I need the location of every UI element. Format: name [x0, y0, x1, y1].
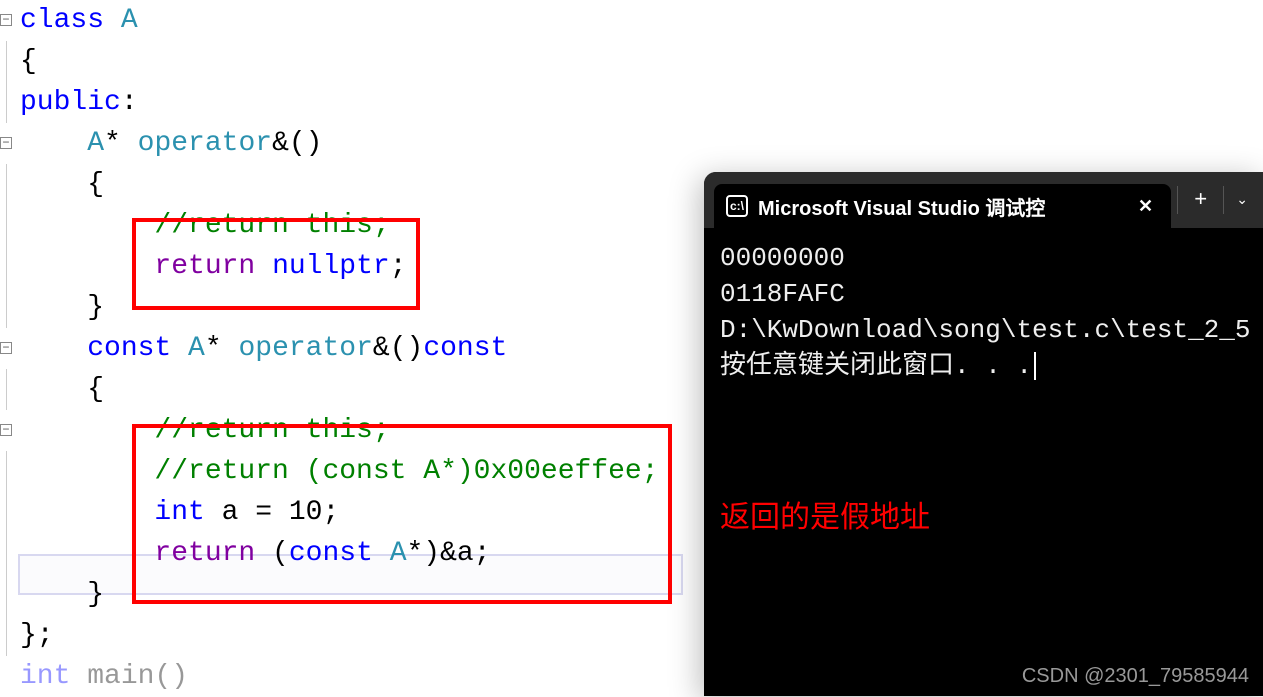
fold-marker-icon[interactable]: − [0, 424, 12, 436]
type-name: A [87, 128, 104, 159]
divider [1223, 186, 1224, 214]
fold-guide [6, 41, 7, 82]
code-line: { [0, 369, 700, 410]
keyword-public: public [20, 87, 121, 118]
chevron-down-icon[interactable]: ⌄ [1230, 192, 1254, 209]
brace: { [20, 374, 104, 405]
close-icon[interactable]: ✕ [1132, 196, 1159, 217]
fold-guide [6, 574, 7, 615]
fold-marker-icon[interactable]: − [0, 14, 12, 26]
terminal-output-line: 0118FAFC [720, 276, 1248, 312]
code-line: − A* operator&() [0, 123, 700, 164]
terminal-tab-title: Microsoft Visual Studio 调试控 [758, 192, 1122, 221]
fold-marker-icon[interactable]: − [0, 137, 12, 149]
keyword-class: class [20, 5, 104, 36]
terminal-titlebar[interactable]: c:\ Microsoft Visual Studio 调试控 ✕ + ⌄ [704, 172, 1263, 228]
code-editor: −class A { public: − A* operator&() { //… [0, 0, 700, 694]
annotation-text: 返回的是假地址 [720, 492, 930, 536]
new-tab-button[interactable]: + [1184, 188, 1217, 213]
code-line: public: [0, 82, 700, 123]
brace: { [20, 169, 104, 200]
fold-guide [6, 164, 7, 205]
code-line: { [0, 164, 700, 205]
amp-parens: &() [272, 128, 322, 159]
brace-semi: }; [20, 620, 54, 651]
fold-guide [6, 246, 7, 287]
keyword-operator: operator [222, 333, 373, 364]
keyword-const: const [87, 333, 171, 364]
terminal-output-line: D:\KwDownload\song\test.c\test_2_5 [720, 312, 1248, 348]
class-name: A [104, 5, 138, 36]
brace: } [20, 579, 104, 610]
code-line: − const A* operator&()const [0, 328, 700, 369]
amp-parens: &() [373, 333, 423, 364]
code-line: }; [0, 615, 700, 656]
space [171, 333, 188, 364]
fold-guide [6, 82, 7, 123]
fold-guide [6, 287, 7, 328]
terminal-output-line: 00000000 [720, 240, 1248, 276]
terminal-prompt-text: 按任意键关闭此窗口. . . [720, 351, 1032, 381]
colon: : [121, 87, 138, 118]
terminal-body[interactable]: 00000000 0118FAFC D:\KwDownload\song\tes… [704, 228, 1263, 396]
code-line: int main() [0, 656, 700, 697]
main: main() [70, 661, 188, 692]
code-line: { [0, 41, 700, 82]
terminal-icon: c:\ [726, 195, 748, 217]
fold-guide [6, 451, 7, 492]
fold-guide [6, 492, 7, 533]
brace: { [20, 46, 37, 77]
fold-guide [6, 615, 7, 656]
terminal-output-line: 按任意键关闭此窗口. . . [720, 348, 1248, 384]
code-line: −class A [0, 0, 700, 41]
keyword-int: int [20, 661, 70, 692]
fold-guide [6, 205, 7, 246]
type-name: A [188, 333, 205, 364]
divider [1177, 186, 1178, 214]
terminal-tab[interactable]: c:\ Microsoft Visual Studio 调试控 ✕ [714, 184, 1171, 228]
fold-marker-icon[interactable]: − [0, 342, 12, 354]
star: * [205, 333, 222, 364]
indent [20, 128, 87, 159]
cursor-icon [1034, 352, 1036, 380]
highlight-box-2 [132, 424, 672, 604]
keyword-operator: operator [121, 128, 272, 159]
fold-guide [6, 369, 7, 410]
brace: } [20, 292, 104, 323]
highlight-box-1 [132, 218, 420, 310]
fold-guide [6, 533, 7, 574]
keyword-const: const [423, 333, 507, 364]
terminal-window: c:\ Microsoft Visual Studio 调试控 ✕ + ⌄ 00… [704, 172, 1263, 696]
watermark: CSDN @2301_79585944 [1022, 665, 1249, 688]
star: * [104, 128, 121, 159]
indent [20, 333, 87, 364]
